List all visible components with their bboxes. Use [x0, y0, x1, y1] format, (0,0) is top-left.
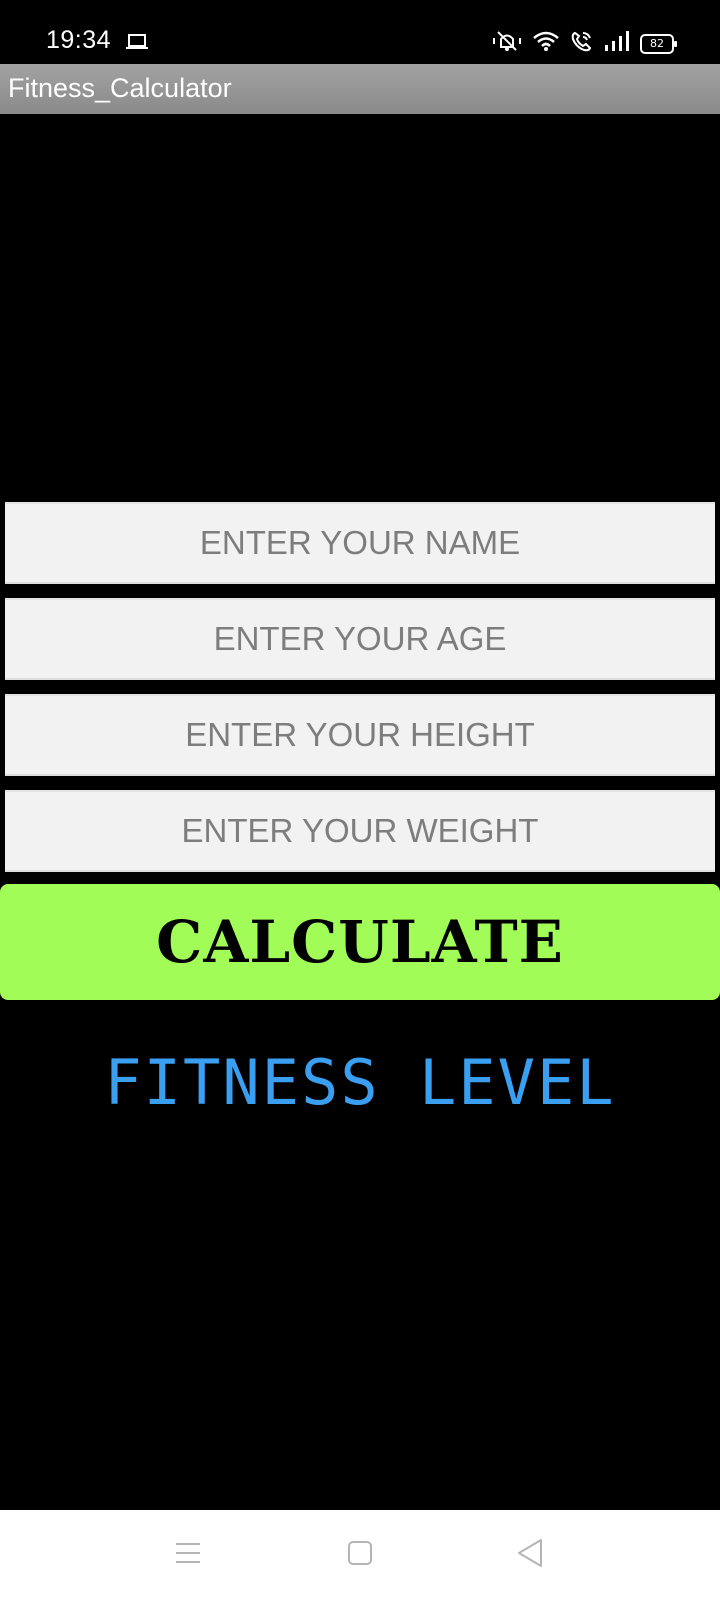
app-bar: Fitness_Calculator [0, 64, 720, 114]
weight-input[interactable] [5, 790, 715, 872]
laptop-icon [126, 33, 148, 56]
menu-icon [175, 1541, 201, 1570]
calculate-button[interactable]: CALCULATE [0, 884, 720, 1000]
battery-icon: 82 [640, 33, 677, 54]
height-input[interactable] [5, 694, 715, 776]
home-icon [347, 1540, 373, 1571]
name-input[interactable] [5, 502, 715, 584]
wifi-call-icon [570, 30, 594, 57]
age-input[interactable] [5, 598, 715, 680]
navigation-bar [0, 1510, 720, 1600]
status-icons: 82 [492, 30, 677, 57]
status-bar: 19:34 82 [0, 0, 720, 64]
fitness-level-result: FITNESS LEVEL [104, 1046, 616, 1119]
status-time: 19:34 [46, 26, 112, 54]
menu-button[interactable] [128, 1510, 248, 1600]
app-title: Fitness_Calculator [8, 73, 232, 103]
back-icon [516, 1538, 544, 1573]
vibrate-mute-icon [492, 30, 522, 57]
back-button[interactable] [470, 1510, 590, 1600]
wifi-icon [532, 30, 560, 57]
home-button[interactable] [300, 1510, 420, 1600]
signal-icon [604, 30, 630, 57]
